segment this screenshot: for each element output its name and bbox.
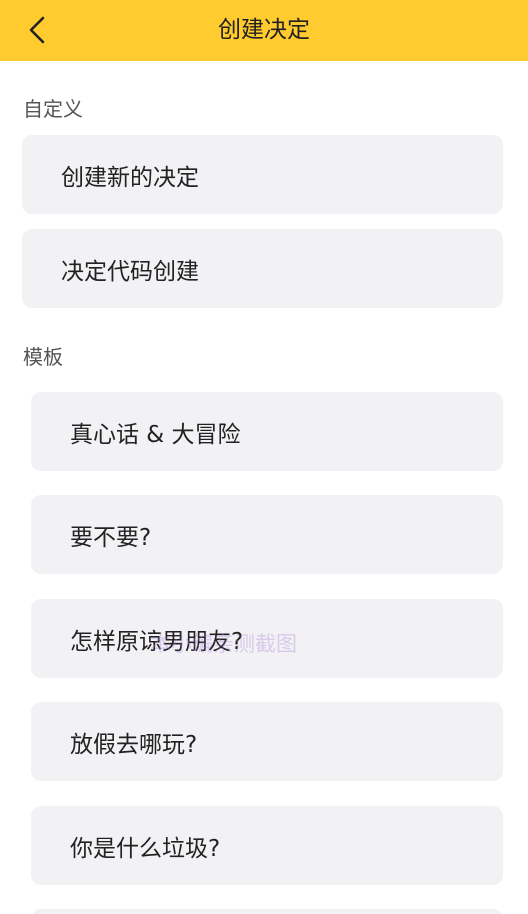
card-label: 怎样原谅男朋友? bbox=[70, 628, 244, 655]
card-label: 要不要? bbox=[70, 524, 152, 551]
template-item-partial[interactable] bbox=[31, 909, 503, 914]
template-item-yes-or-no[interactable]: 要不要? bbox=[31, 495, 503, 574]
section-label-template: 模板 bbox=[23, 345, 63, 369]
create-by-code-button[interactable]: 决定代码创建 bbox=[22, 229, 503, 308]
card-label: 创建新的决定 bbox=[61, 164, 199, 191]
card-label: 决定代码创建 bbox=[61, 258, 199, 285]
app-screen: 创建决定 自定义 创建新的决定 决定代码创建 模板 真心话 & 大冒险 要不要?… bbox=[0, 0, 528, 914]
card-label: 放假去哪玩? bbox=[70, 731, 198, 758]
create-new-decision-button[interactable]: 创建新的决定 bbox=[22, 135, 503, 214]
section-label-custom: 自定义 bbox=[23, 97, 83, 121]
card-label: 你是什么垃圾? bbox=[70, 835, 221, 862]
top-bar: 创建决定 bbox=[0, 0, 528, 61]
page-title: 创建决定 bbox=[218, 17, 310, 43]
card-label: 真心话 & 大冒险 bbox=[70, 421, 241, 448]
template-item-what-trash[interactable]: 你是什么垃圾? bbox=[31, 806, 503, 885]
template-item-forgive-boyfriend[interactable]: 怎样原谅男朋友? bbox=[31, 599, 503, 678]
template-item-truth-or-dare[interactable]: 真心话 & 大冒险 bbox=[31, 392, 503, 471]
template-item-vacation-place[interactable]: 放假去哪玩? bbox=[31, 702, 503, 781]
